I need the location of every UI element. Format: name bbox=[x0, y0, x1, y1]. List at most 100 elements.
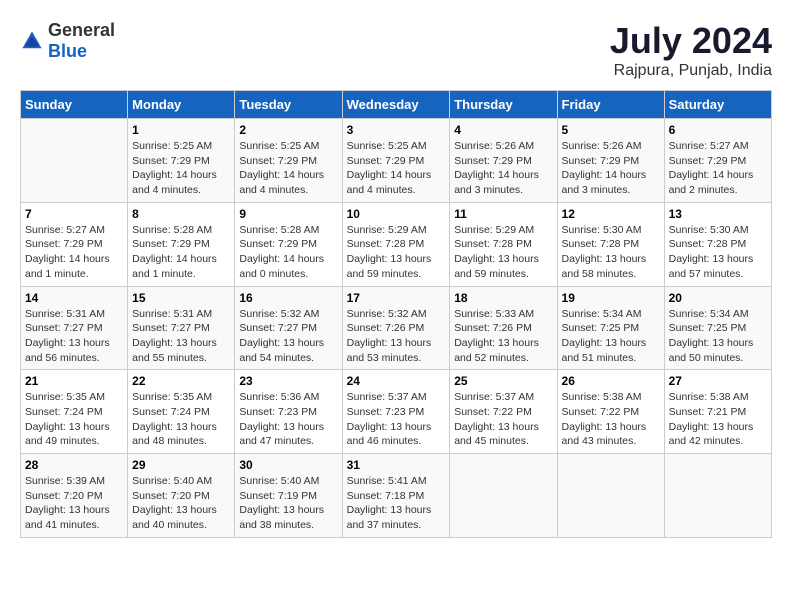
day-number: 13 bbox=[669, 207, 767, 221]
day-number: 6 bbox=[669, 123, 767, 137]
calendar-cell: 17 Sunrise: 5:32 AMSunset: 7:26 PMDaylig… bbox=[342, 286, 450, 370]
header-monday: Monday bbox=[128, 91, 235, 119]
calendar-cell: 4 Sunrise: 5:26 AMSunset: 7:29 PMDayligh… bbox=[450, 119, 557, 203]
main-title: July 2024 bbox=[610, 20, 772, 62]
calendar-cell: 9 Sunrise: 5:28 AMSunset: 7:29 PMDayligh… bbox=[235, 202, 342, 286]
day-info: Sunrise: 5:31 AMSunset: 7:27 PMDaylight:… bbox=[132, 308, 217, 364]
day-info: Sunrise: 5:35 AMSunset: 7:24 PMDaylight:… bbox=[25, 391, 110, 447]
day-number: 23 bbox=[239, 374, 337, 388]
calendar-cell: 20 Sunrise: 5:34 AMSunset: 7:25 PMDaylig… bbox=[664, 286, 771, 370]
day-info: Sunrise: 5:25 AMSunset: 7:29 PMDaylight:… bbox=[132, 140, 217, 196]
day-number: 25 bbox=[454, 374, 552, 388]
day-info: Sunrise: 5:30 AMSunset: 7:28 PMDaylight:… bbox=[669, 224, 754, 280]
day-number: 31 bbox=[347, 458, 446, 472]
day-info: Sunrise: 5:25 AMSunset: 7:29 PMDaylight:… bbox=[239, 140, 324, 196]
day-info: Sunrise: 5:29 AMSunset: 7:28 PMDaylight:… bbox=[347, 224, 432, 280]
logo: General Blue bbox=[20, 20, 115, 62]
calendar-cell: 18 Sunrise: 5:33 AMSunset: 7:26 PMDaylig… bbox=[450, 286, 557, 370]
header: General Blue July 2024 Rajpura, Punjab, … bbox=[20, 20, 772, 80]
logo-text-blue: Blue bbox=[48, 41, 87, 61]
calendar-cell: 28 Sunrise: 5:39 AMSunset: 7:20 PMDaylig… bbox=[21, 454, 128, 538]
day-info: Sunrise: 5:34 AMSunset: 7:25 PMDaylight:… bbox=[562, 308, 647, 364]
calendar-cell bbox=[450, 454, 557, 538]
day-number: 24 bbox=[347, 374, 446, 388]
calendar-body: 1 Sunrise: 5:25 AMSunset: 7:29 PMDayligh… bbox=[21, 119, 772, 538]
calendar-week-4: 21 Sunrise: 5:35 AMSunset: 7:24 PMDaylig… bbox=[21, 370, 772, 454]
title-area: July 2024 Rajpura, Punjab, India bbox=[610, 20, 772, 80]
day-number: 14 bbox=[25, 291, 123, 305]
day-info: Sunrise: 5:41 AMSunset: 7:18 PMDaylight:… bbox=[347, 475, 432, 531]
header-thursday: Thursday bbox=[450, 91, 557, 119]
day-number: 17 bbox=[347, 291, 446, 305]
day-info: Sunrise: 5:37 AMSunset: 7:22 PMDaylight:… bbox=[454, 391, 539, 447]
day-info: Sunrise: 5:29 AMSunset: 7:28 PMDaylight:… bbox=[454, 224, 539, 280]
calendar-cell: 27 Sunrise: 5:38 AMSunset: 7:21 PMDaylig… bbox=[664, 370, 771, 454]
day-number: 8 bbox=[132, 207, 230, 221]
day-number: 5 bbox=[562, 123, 660, 137]
logo-icon bbox=[20, 29, 44, 53]
header-tuesday: Tuesday bbox=[235, 91, 342, 119]
day-info: Sunrise: 5:31 AMSunset: 7:27 PMDaylight:… bbox=[25, 308, 110, 364]
day-number: 20 bbox=[669, 291, 767, 305]
day-number: 4 bbox=[454, 123, 552, 137]
calendar-cell: 13 Sunrise: 5:30 AMSunset: 7:28 PMDaylig… bbox=[664, 202, 771, 286]
calendar-cell bbox=[557, 454, 664, 538]
calendar-cell: 10 Sunrise: 5:29 AMSunset: 7:28 PMDaylig… bbox=[342, 202, 450, 286]
calendar-cell bbox=[21, 119, 128, 203]
day-info: Sunrise: 5:32 AMSunset: 7:26 PMDaylight:… bbox=[347, 308, 432, 364]
day-number: 10 bbox=[347, 207, 446, 221]
day-info: Sunrise: 5:40 AMSunset: 7:20 PMDaylight:… bbox=[132, 475, 217, 531]
day-info: Sunrise: 5:33 AMSunset: 7:26 PMDaylight:… bbox=[454, 308, 539, 364]
calendar-cell: 30 Sunrise: 5:40 AMSunset: 7:19 PMDaylig… bbox=[235, 454, 342, 538]
calendar-cell: 15 Sunrise: 5:31 AMSunset: 7:27 PMDaylig… bbox=[128, 286, 235, 370]
day-info: Sunrise: 5:26 AMSunset: 7:29 PMDaylight:… bbox=[454, 140, 539, 196]
subtitle: Rajpura, Punjab, India bbox=[610, 62, 772, 80]
day-number: 15 bbox=[132, 291, 230, 305]
day-info: Sunrise: 5:27 AMSunset: 7:29 PMDaylight:… bbox=[25, 224, 110, 280]
calendar-cell: 1 Sunrise: 5:25 AMSunset: 7:29 PMDayligh… bbox=[128, 119, 235, 203]
calendar-cell: 8 Sunrise: 5:28 AMSunset: 7:29 PMDayligh… bbox=[128, 202, 235, 286]
day-info: Sunrise: 5:37 AMSunset: 7:23 PMDaylight:… bbox=[347, 391, 432, 447]
calendar-cell: 7 Sunrise: 5:27 AMSunset: 7:29 PMDayligh… bbox=[21, 202, 128, 286]
day-info: Sunrise: 5:38 AMSunset: 7:22 PMDaylight:… bbox=[562, 391, 647, 447]
calendar-cell: 29 Sunrise: 5:40 AMSunset: 7:20 PMDaylig… bbox=[128, 454, 235, 538]
day-info: Sunrise: 5:30 AMSunset: 7:28 PMDaylight:… bbox=[562, 224, 647, 280]
calendar-header: Sunday Monday Tuesday Wednesday Thursday… bbox=[21, 91, 772, 119]
calendar-cell: 5 Sunrise: 5:26 AMSunset: 7:29 PMDayligh… bbox=[557, 119, 664, 203]
day-info: Sunrise: 5:38 AMSunset: 7:21 PMDaylight:… bbox=[669, 391, 754, 447]
day-info: Sunrise: 5:28 AMSunset: 7:29 PMDaylight:… bbox=[239, 224, 324, 280]
day-number: 3 bbox=[347, 123, 446, 137]
day-number: 7 bbox=[25, 207, 123, 221]
header-friday: Friday bbox=[557, 91, 664, 119]
calendar-week-3: 14 Sunrise: 5:31 AMSunset: 7:27 PMDaylig… bbox=[21, 286, 772, 370]
calendar-cell: 26 Sunrise: 5:38 AMSunset: 7:22 PMDaylig… bbox=[557, 370, 664, 454]
calendar-week-1: 1 Sunrise: 5:25 AMSunset: 7:29 PMDayligh… bbox=[21, 119, 772, 203]
day-number: 21 bbox=[25, 374, 123, 388]
day-number: 1 bbox=[132, 123, 230, 137]
day-number: 26 bbox=[562, 374, 660, 388]
calendar-cell: 25 Sunrise: 5:37 AMSunset: 7:22 PMDaylig… bbox=[450, 370, 557, 454]
calendar-cell: 3 Sunrise: 5:25 AMSunset: 7:29 PMDayligh… bbox=[342, 119, 450, 203]
day-number: 28 bbox=[25, 458, 123, 472]
calendar-week-5: 28 Sunrise: 5:39 AMSunset: 7:20 PMDaylig… bbox=[21, 454, 772, 538]
day-number: 18 bbox=[454, 291, 552, 305]
day-number: 9 bbox=[239, 207, 337, 221]
header-saturday: Saturday bbox=[664, 91, 771, 119]
day-number: 16 bbox=[239, 291, 337, 305]
calendar-cell: 14 Sunrise: 5:31 AMSunset: 7:27 PMDaylig… bbox=[21, 286, 128, 370]
day-number: 12 bbox=[562, 207, 660, 221]
day-info: Sunrise: 5:32 AMSunset: 7:27 PMDaylight:… bbox=[239, 308, 324, 364]
day-info: Sunrise: 5:27 AMSunset: 7:29 PMDaylight:… bbox=[669, 140, 754, 196]
calendar-cell: 6 Sunrise: 5:27 AMSunset: 7:29 PMDayligh… bbox=[664, 119, 771, 203]
calendar-cell: 2 Sunrise: 5:25 AMSunset: 7:29 PMDayligh… bbox=[235, 119, 342, 203]
calendar-cell: 19 Sunrise: 5:34 AMSunset: 7:25 PMDaylig… bbox=[557, 286, 664, 370]
day-number: 11 bbox=[454, 207, 552, 221]
day-info: Sunrise: 5:39 AMSunset: 7:20 PMDaylight:… bbox=[25, 475, 110, 531]
day-number: 2 bbox=[239, 123, 337, 137]
day-info: Sunrise: 5:40 AMSunset: 7:19 PMDaylight:… bbox=[239, 475, 324, 531]
day-number: 30 bbox=[239, 458, 337, 472]
calendar-cell: 23 Sunrise: 5:36 AMSunset: 7:23 PMDaylig… bbox=[235, 370, 342, 454]
day-number: 29 bbox=[132, 458, 230, 472]
day-info: Sunrise: 5:28 AMSunset: 7:29 PMDaylight:… bbox=[132, 224, 217, 280]
calendar-cell: 21 Sunrise: 5:35 AMSunset: 7:24 PMDaylig… bbox=[21, 370, 128, 454]
